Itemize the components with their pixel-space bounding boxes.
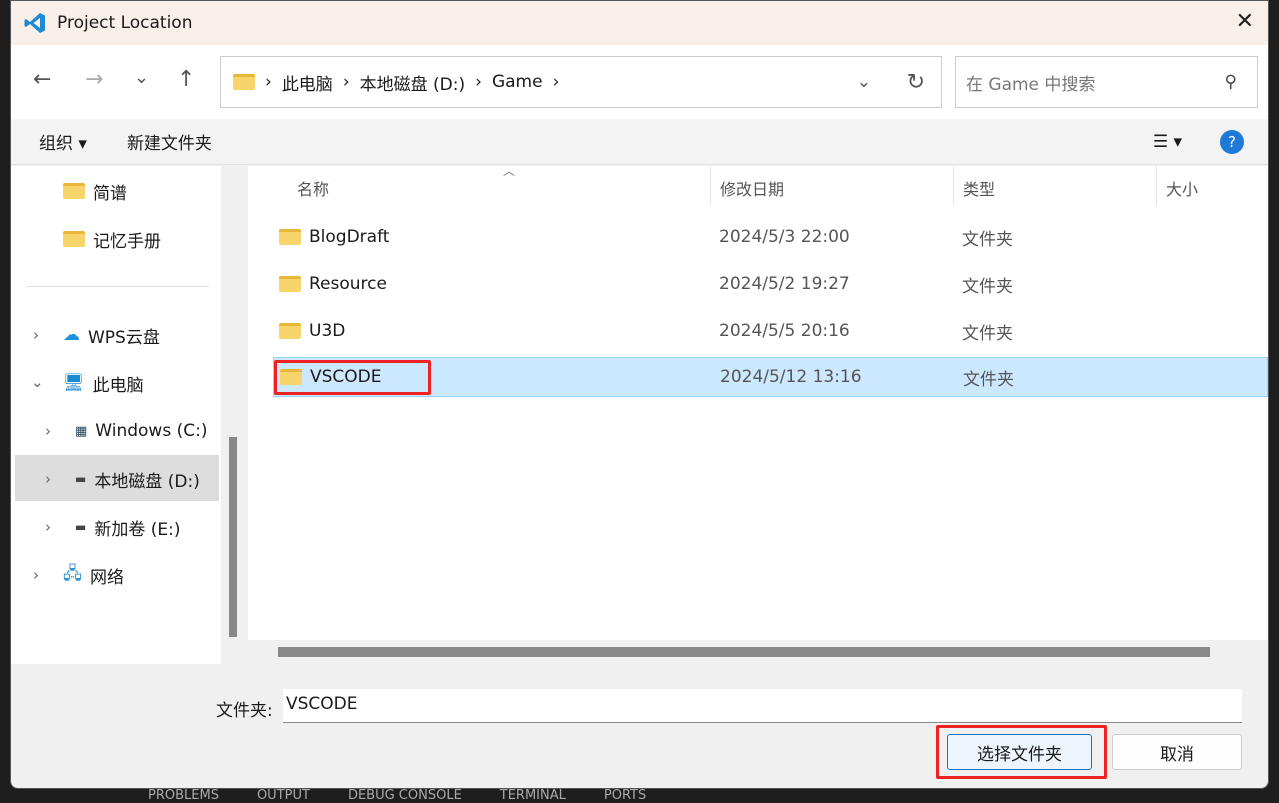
file-name: U3D [309, 321, 346, 341]
sidebar-item-selected[interactable]: ▬ 本地磁盘 (D:) [75, 459, 200, 499]
sidebar-item[interactable]: ▦ Windows (C:) [75, 411, 207, 451]
file-date: 2024/5/5 20:16 [719, 321, 850, 341]
cancel-button[interactable]: 取消 [1112, 734, 1242, 770]
drive-icon: ▬ [75, 472, 87, 486]
search-input[interactable]: 在 Game 中搜索 ⚲ [955, 56, 1258, 108]
breadcrumb-item[interactable]: 此电脑 [282, 70, 333, 95]
file-type: 文件夹 [963, 369, 1014, 390]
sidebar-label: 网络 [89, 567, 124, 588]
search-placeholder: 在 Game 中搜索 [966, 74, 1096, 95]
file-type: 文件夹 [962, 229, 1013, 250]
sidebar-label: 新加卷 (E:) [94, 519, 181, 540]
folder-icon [279, 229, 301, 245]
sidebar-label: Windows (C:) [95, 421, 208, 441]
sidebar-scrollbar[interactable] [229, 437, 237, 637]
highlight-annotation [274, 360, 431, 395]
sort-up-icon: ︿ [503, 164, 516, 178]
folder-icon [233, 74, 255, 90]
sidebar-label: 本地磁盘 (D:) [94, 471, 200, 492]
network-icon: 🖧 [63, 563, 82, 584]
column-date[interactable]: 修改日期 [720, 176, 784, 200]
refresh-button[interactable]: ↻ [907, 70, 925, 95]
divider [27, 286, 209, 287]
forward-button[interactable]: → [85, 67, 103, 92]
drive-icon: ▬ [75, 520, 87, 534]
folder-label: 文件夹: [216, 701, 273, 721]
file-type: 文件夹 [962, 323, 1013, 344]
sidebar-item[interactable]: 记忆手册 [63, 219, 161, 259]
help-button[interactable]: ? [1220, 129, 1244, 154]
title-bar: Project Location ✕ [11, 1, 1268, 45]
column-name[interactable]: 名称 [297, 176, 329, 200]
tab-problems[interactable]: PROBLEMS [148, 788, 219, 803]
search-icon: ⚲ [1224, 72, 1237, 92]
file-date: 2024/5/12 13:16 [720, 367, 862, 387]
address-bar[interactable]: › 此电脑 › 本地磁盘 (D:) › Game › ⌄ ↻ [220, 56, 942, 108]
close-button[interactable]: ✕ [1236, 9, 1254, 34]
sidebar-item[interactable]: 🖥 此电脑 [63, 363, 144, 403]
breadcrumb-item[interactable]: 本地磁盘 (D:) [360, 70, 466, 95]
windows-drive-icon: ▦ [75, 423, 88, 439]
back-button[interactable]: ← [33, 67, 51, 92]
sidebar-item[interactable]: 🖧 网络 [63, 555, 124, 595]
tab-debug-console[interactable]: DEBUG CONSOLE [348, 788, 462, 803]
sidebar-item[interactable]: 简谱 [63, 171, 127, 211]
project-location-dialog: Project Location ✕ ← → ⌄ ↑ › 此电脑 › 本地磁盘 (D… [10, 0, 1269, 789]
folder-icon [63, 183, 85, 199]
file-row[interactable]: BlogDraft 2024/5/3 22:00 文件夹 [273, 217, 1268, 257]
column-size[interactable]: 大小 [1166, 176, 1198, 200]
chevron-down-icon[interactable]: ⌄ [31, 373, 44, 391]
file-date: 2024/5/2 19:27 [719, 274, 850, 294]
folder-icon [279, 323, 301, 339]
sidebar-item[interactable]: ▬ 新加卷 (E:) [75, 507, 180, 547]
new-folder-button[interactable]: 新建文件夹 [127, 129, 212, 154]
horizontal-scrollbar[interactable] [278, 647, 1210, 657]
vscode-logo-icon [24, 13, 45, 33]
window-title: Project Location [57, 13, 193, 33]
sidebar-label: 记忆手册 [93, 231, 161, 252]
file-row[interactable]: U3D 2024/5/5 20:16 文件夹 [273, 311, 1268, 351]
tab-ports[interactable]: PORTS [604, 788, 646, 803]
computer-icon: 🖥 [63, 373, 85, 393]
file-row[interactable]: Resource 2024/5/2 19:27 文件夹 [273, 264, 1268, 304]
chevron-down-icon[interactable]: ⌄ [857, 72, 871, 92]
file-list: ︿ 名称 修改日期 类型 大小 BlogDraft 2024/5/3 22:00 文… [248, 164, 1268, 640]
view-options-button[interactable]: ☰ ▾ [1153, 132, 1182, 152]
organize-button[interactable]: 组织 ▾ [39, 129, 87, 154]
chevron-right-icon[interactable]: › [33, 326, 39, 344]
sidebar-label: 此电脑 [92, 375, 144, 396]
sidebar-label: 简谱 [93, 183, 127, 204]
file-date: 2024/5/3 22:00 [719, 227, 850, 247]
breadcrumb-item[interactable]: Game [492, 72, 543, 92]
recent-locations-button[interactable]: ⌄ [134, 67, 149, 88]
tab-output[interactable]: OUTPUT [257, 788, 310, 803]
folder-icon [279, 276, 301, 292]
highlight-annotation [936, 725, 1107, 779]
sidebar-label: WPS云盘 [88, 327, 160, 348]
file-name: Resource [309, 274, 387, 294]
chevron-right-icon[interactable]: › [45, 470, 51, 488]
vscode-panel-tabs: PROBLEMS OUTPUT DEBUG CONSOLE TERMINAL P… [148, 788, 646, 803]
file-name: BlogDraft [309, 227, 390, 247]
folder-name-input[interactable]: VSCODE [283, 689, 1242, 723]
chevron-right-icon[interactable]: › [33, 566, 39, 584]
file-type: 文件夹 [962, 276, 1013, 297]
tab-terminal[interactable]: TERMINAL [500, 788, 566, 803]
folder-icon [63, 231, 85, 247]
toolbar: 组织 ▾ 新建文件夹 ☰ ▾ ? [11, 119, 1268, 165]
chevron-right-icon[interactable]: › [45, 518, 51, 536]
up-button[interactable]: ↑ [177, 67, 195, 92]
cloud-icon: ☁ [63, 325, 80, 345]
chevron-right-icon[interactable]: › [45, 422, 51, 440]
column-type[interactable]: 类型 [963, 176, 995, 200]
sidebar: 简谱 记忆手册 › ☁ WPS云盘 ⌄ 🖥 此电脑 › ▦ Windows (C:) … [11, 166, 221, 664]
sidebar-item[interactable]: ☁ WPS云盘 [63, 315, 160, 355]
